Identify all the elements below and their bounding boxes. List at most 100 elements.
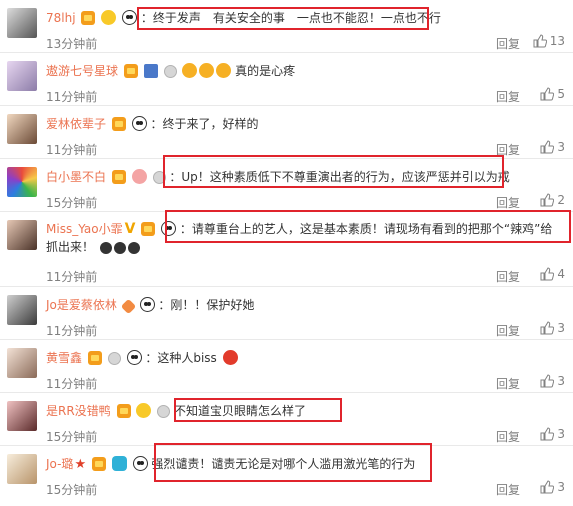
comment-item: 白小墨不白 ：Up！这种素质低下不尊重演出者的行为，应该严惩并引以为戒 15分钟… bbox=[0, 159, 573, 212]
reply-button[interactable]: 回复 bbox=[496, 35, 520, 52]
thumbs-up-icon bbox=[540, 427, 555, 441]
vip-badge-icon bbox=[111, 170, 126, 184]
like-count: 4 bbox=[557, 267, 565, 281]
comment-time: 15分钟前 bbox=[46, 483, 98, 497]
vip-badge-icon bbox=[141, 222, 156, 236]
comment-item: 遨游七号星球 真的是心疼 11分钟前 回复 5 bbox=[0, 53, 573, 106]
thumbs-up-icon bbox=[533, 34, 547, 48]
comment-text: ：Up！这种素质低下不尊重演出者的行为，应该严惩并引以为戒 bbox=[169, 170, 510, 184]
comment-time: 11分钟前 bbox=[46, 90, 98, 104]
book-badge-icon bbox=[143, 64, 158, 78]
comment-time: 15分钟前 bbox=[46, 196, 98, 210]
comment-username[interactable]: Jo是爱蔡依林 bbox=[46, 298, 117, 312]
crying-face-icon bbox=[182, 63, 198, 78]
like-button[interactable]: 3 bbox=[540, 321, 565, 335]
like-button[interactable]: 13 bbox=[533, 34, 565, 48]
vip-badge-icon bbox=[111, 117, 126, 131]
thumbs-up-icon bbox=[540, 374, 555, 388]
panda-icon bbox=[126, 350, 142, 365]
reply-button[interactable]: 回复 bbox=[496, 268, 520, 285]
star-badge-icon: ★ bbox=[74, 457, 87, 472]
like-button[interactable]: 3 bbox=[540, 427, 565, 441]
avatar[interactable] bbox=[7, 295, 37, 325]
bomb-icon bbox=[113, 242, 126, 254]
reply-button[interactable]: 回复 bbox=[496, 322, 520, 339]
comment-username[interactable]: 爱林依辈子 bbox=[46, 117, 106, 131]
comment-item: 爱林依辈子 ：终于来了，好样的 11分钟前 回复 3 bbox=[0, 106, 573, 159]
comment-username[interactable]: 白小墨不白 bbox=[46, 170, 106, 184]
like-button[interactable]: 4 bbox=[540, 267, 565, 281]
avatar[interactable] bbox=[7, 401, 37, 431]
panda-icon bbox=[132, 456, 148, 471]
thumbs-up-icon bbox=[540, 480, 555, 494]
avatar[interactable] bbox=[7, 61, 37, 91]
comment-time: 11分钟前 bbox=[46, 324, 98, 338]
comment-username[interactable]: 78lhj bbox=[46, 11, 76, 25]
crying-face-icon bbox=[216, 63, 232, 78]
avatar[interactable] bbox=[7, 454, 37, 484]
reply-button[interactable]: 回复 bbox=[496, 375, 520, 392]
comment-text: ：这种人biss bbox=[145, 351, 217, 365]
avatar[interactable] bbox=[7, 220, 37, 250]
thumbs-up-icon bbox=[540, 193, 555, 207]
comment-username[interactable]: Jo-璐 bbox=[46, 457, 73, 471]
comment-text: ：终于发声 有关安全的事 一点也不能忍！一点也不行 bbox=[140, 11, 441, 25]
like-button[interactable]: 3 bbox=[540, 374, 565, 388]
flower-badge-icon bbox=[120, 298, 136, 315]
comment-item: 是RR没错鸭 不知道宝贝眼睛怎么样了 15分钟前 回复 3 bbox=[0, 393, 573, 446]
vip-badge-icon bbox=[87, 351, 102, 365]
like-count: 3 bbox=[557, 427, 565, 441]
comment-item: Miss_Yao小霏 V ：请尊重台上的艺人，这是基本素质！请现场有看到的把那个“… bbox=[0, 212, 573, 287]
like-count: 2 bbox=[557, 193, 565, 207]
reply-button[interactable]: 回复 bbox=[496, 88, 520, 105]
thumbs-up-icon bbox=[540, 321, 555, 335]
avatar[interactable] bbox=[7, 348, 37, 378]
comment-username[interactable]: Miss_Yao小霏 bbox=[46, 222, 123, 236]
comment-username[interactable]: 黄雪鑫 bbox=[46, 351, 82, 365]
avatar[interactable] bbox=[7, 167, 37, 197]
camera-badge-icon bbox=[111, 456, 127, 471]
avatar[interactable] bbox=[7, 8, 37, 38]
comment-time: 15分钟前 bbox=[46, 430, 98, 444]
like-count: 3 bbox=[557, 374, 565, 388]
crying-face-icon bbox=[199, 63, 215, 78]
comment-item: Jo-璐★ 强烈谴责！谴责无论是对哪个人滥用激光笔的行为 15分钟前 回复 3 bbox=[0, 446, 573, 506]
thumbs-up-icon bbox=[540, 87, 555, 101]
comment-item: Jo是爱蔡依林 ：刚！！保护好她 11分钟前 回复 3 bbox=[0, 287, 573, 340]
like-count: 3 bbox=[557, 140, 565, 154]
panda-icon bbox=[139, 297, 155, 312]
like-button[interactable]: 5 bbox=[540, 87, 565, 101]
medal-icon bbox=[163, 65, 177, 78]
panda-icon bbox=[131, 116, 147, 131]
comment-username[interactable]: 是RR没错鸭 bbox=[46, 404, 111, 418]
reply-button[interactable]: 回复 bbox=[496, 481, 520, 498]
like-button[interactable]: 3 bbox=[540, 140, 565, 154]
bomb-icon bbox=[127, 242, 140, 254]
comment-list: 78lhj ：终于发声 有关安全的事 一点也不能忍！一点也不行 13分钟前 回复… bbox=[0, 0, 573, 506]
verified-v-icon: V bbox=[124, 221, 136, 237]
comment-username[interactable]: 遨游七号星球 bbox=[46, 64, 118, 78]
comment-text: 不知道宝贝眼睛怎么样了 bbox=[174, 404, 307, 418]
comment-time: 11分钟前 bbox=[46, 377, 98, 391]
medal-icon bbox=[157, 405, 171, 418]
panda-icon bbox=[122, 10, 138, 25]
medal-icon bbox=[152, 171, 166, 184]
vip-badge-icon bbox=[81, 11, 96, 25]
like-count: 3 bbox=[557, 321, 565, 335]
like-button[interactable]: 2 bbox=[540, 193, 565, 207]
comment-time: 11分钟前 bbox=[46, 270, 98, 284]
comment-text: ：终于来了，好样的 bbox=[150, 117, 259, 131]
comment-time: 11分钟前 bbox=[46, 143, 98, 157]
avatar[interactable] bbox=[7, 114, 37, 144]
reply-button[interactable]: 回复 bbox=[496, 428, 520, 445]
panda-icon bbox=[161, 221, 177, 236]
like-count: 13 bbox=[549, 34, 565, 48]
comment-text: ：刚！！保护好她 bbox=[158, 298, 255, 312]
vip-badge-icon bbox=[123, 64, 138, 78]
vip-badge-icon bbox=[116, 404, 131, 418]
reply-button[interactable]: 回复 bbox=[496, 141, 520, 158]
smile-face-icon bbox=[136, 403, 152, 418]
like-button[interactable]: 3 bbox=[540, 480, 565, 494]
comment-item: 78lhj ：终于发声 有关安全的事 一点也不能忍！一点也不行 13分钟前 回复… bbox=[0, 0, 573, 53]
reply-button[interactable]: 回复 bbox=[496, 194, 520, 211]
